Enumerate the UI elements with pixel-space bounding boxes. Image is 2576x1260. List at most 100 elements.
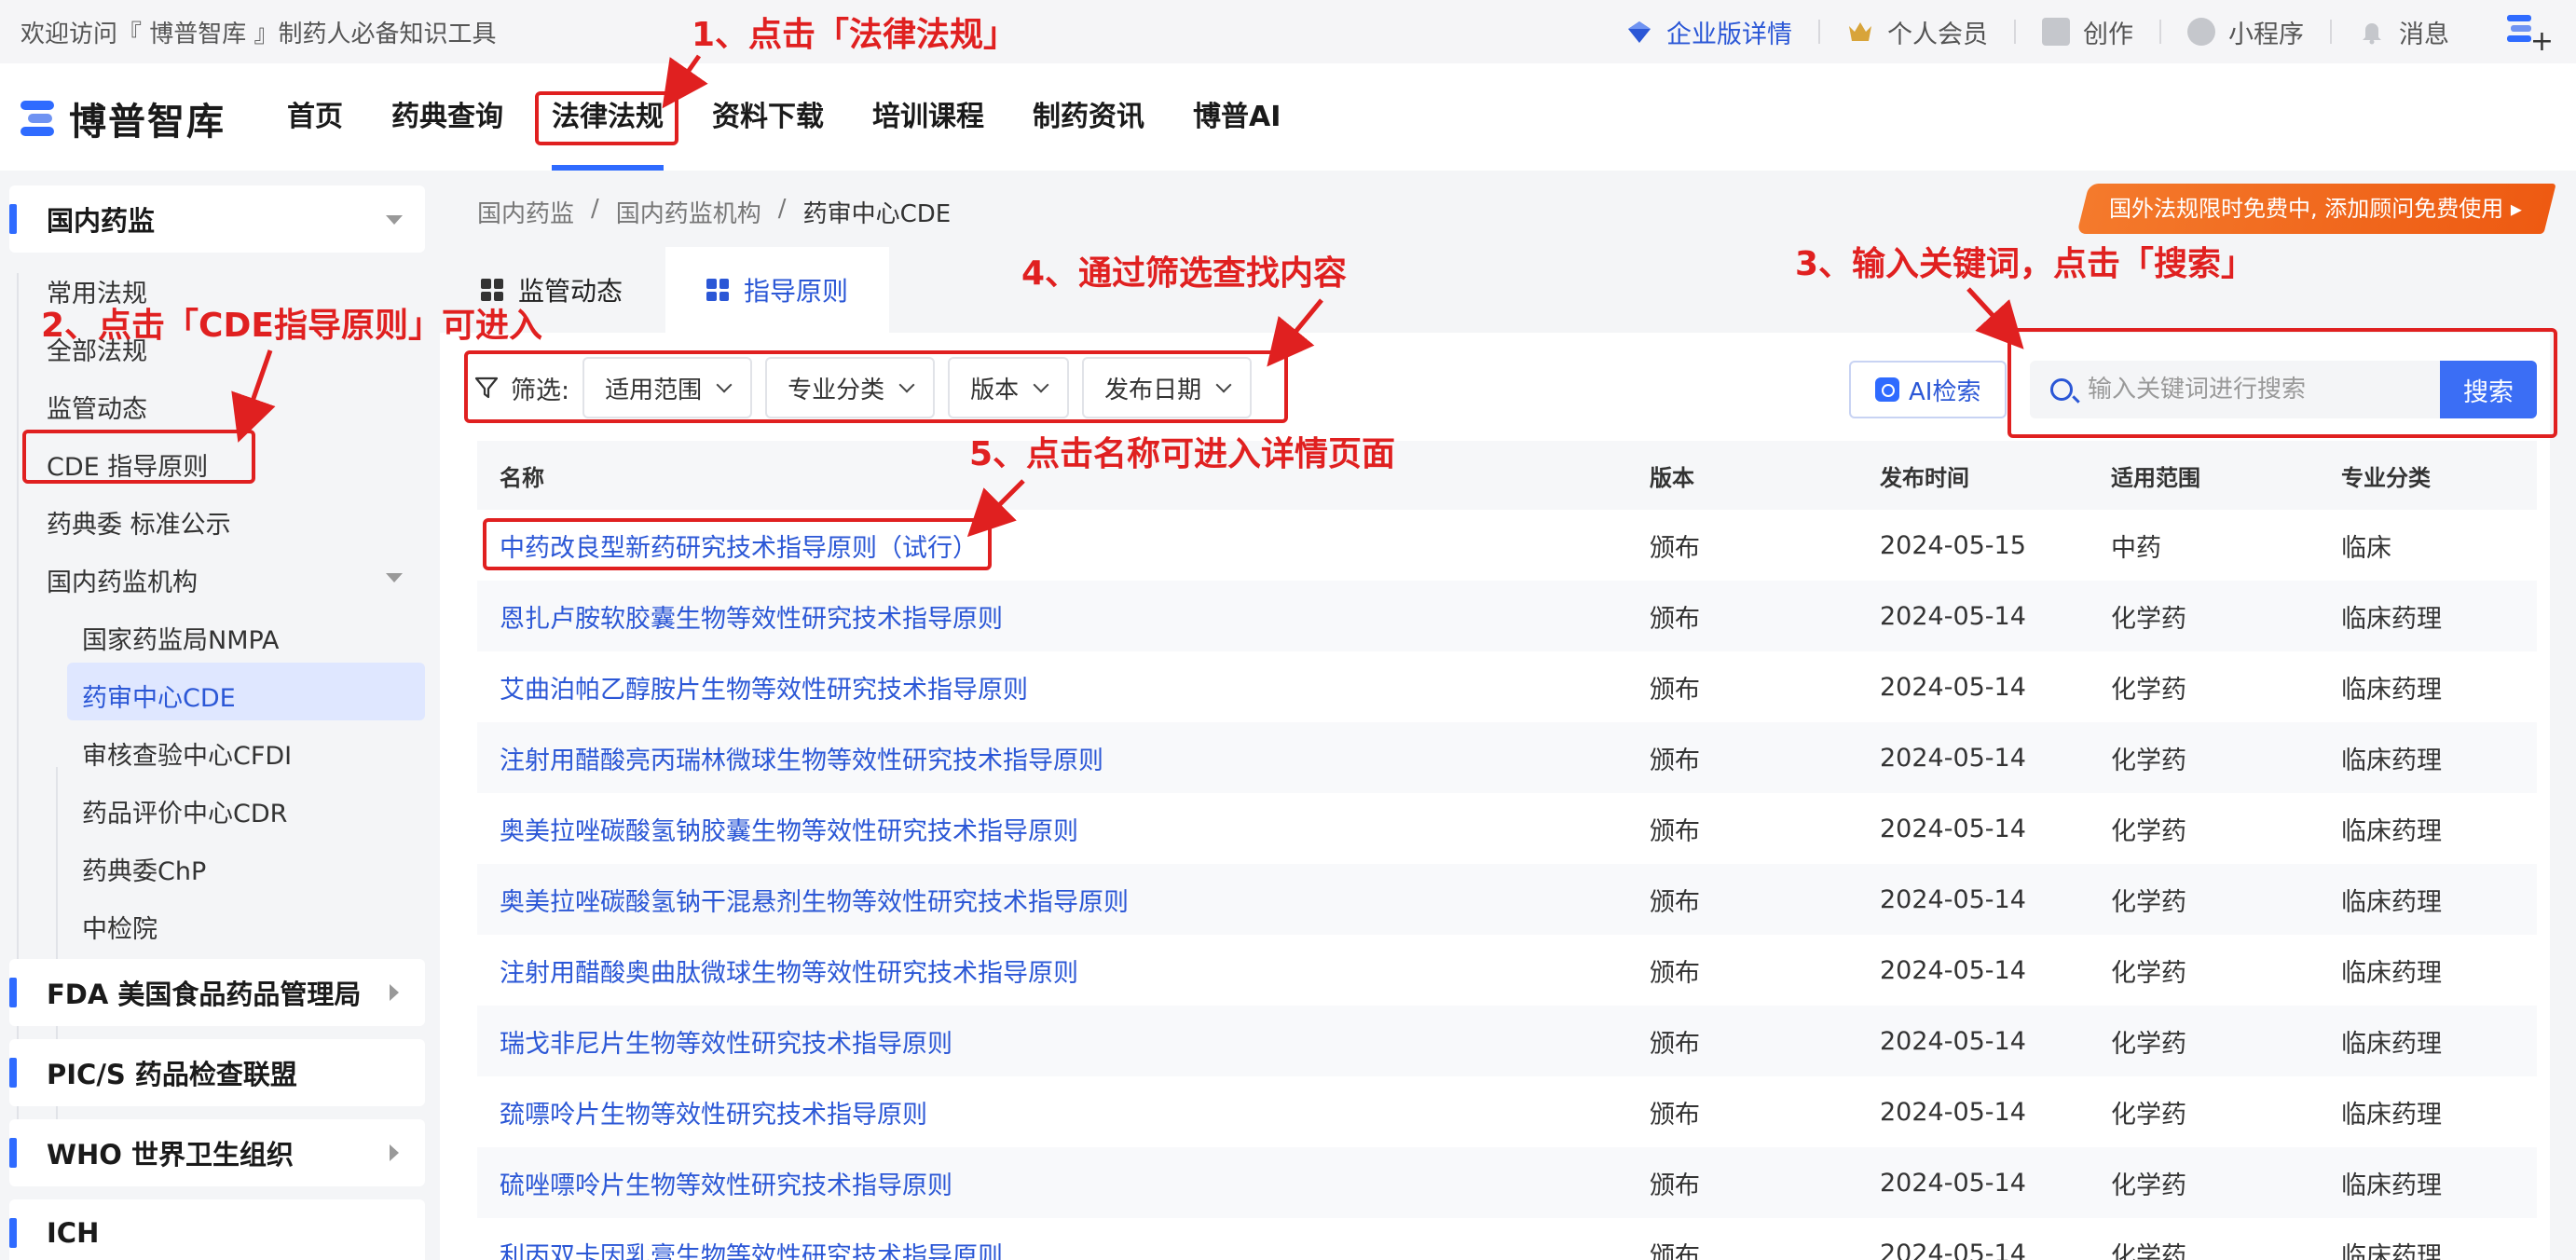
row-date: 2024-05-14 (1857, 1147, 2089, 1218)
messages-link[interactable]: 消息 (2332, 14, 2475, 50)
row-version: 颁布 (1650, 675, 1700, 705)
breadcrumb-item[interactable]: 国内药监机构 (616, 195, 761, 229)
sidebar-item-nmpa[interactable]: 国家药监局NMPA (82, 620, 280, 656)
row-date: 2024-05-14 (1880, 1097, 2026, 1127)
who-section: WHO 世界卫生组织 (9, 1119, 425, 1186)
annotation-step2: 2、点击「CDE指导原则」可进入 (41, 307, 542, 345)
row-name[interactable]: 艾曲泊帕乙醇胺片生物等效性研究技术指导原则 (477, 651, 1627, 722)
row-name[interactable]: 注射用醋酸奥曲肽微球生物等效性研究技术指导原则 (477, 935, 1627, 1006)
breadcrumb-item[interactable]: 国内药监 (477, 195, 574, 229)
ai-search-button[interactable]: AI检索 (1849, 361, 2007, 418)
breadcrumb-separator: / (591, 195, 599, 223)
row-scope: 化学药 (2111, 675, 2186, 705)
header-scope: 适用范围 (2089, 441, 2319, 510)
sidebar-section-fda[interactable]: FDA 美国食品药品管理局 (9, 959, 425, 1026)
section-label: 国内药监 (47, 205, 156, 237)
row-scope: 中药 (2111, 533, 2161, 563)
mini-program-link[interactable]: 小程序 (2161, 14, 2330, 50)
sidebar-section-who[interactable]: WHO 世界卫生组织 (9, 1119, 425, 1186)
row-version: 颁布 (1650, 533, 1700, 563)
nav-item-pharmacopoeia[interactable]: 药典查询 (367, 63, 528, 171)
avatar[interactable]: + (2503, 9, 2554, 58)
sidebar-section-ich[interactable]: ICH (9, 1199, 425, 1260)
section-label: FDA 美国食品药品管理局 (47, 979, 362, 1010)
sidebar-item-nifdc[interactable]: 中检院 (82, 909, 158, 945)
nav-item-ai[interactable]: 博普AI (1169, 63, 1305, 171)
row-version: 颁布 (1627, 1147, 1857, 1218)
sidebar-item-cde-center[interactable]: 药审中心CDE (82, 678, 236, 714)
row-name[interactable]: 奥美拉唑碳酸氢钠干混悬剂生物等效性研究技术指导原则 (477, 864, 1627, 935)
annotation-box-filter (464, 350, 1288, 423)
fda-section: FDA 美国食品药品管理局 (9, 959, 425, 1026)
table-row[interactable]: 注射用醋酸亮丙瑞林微球生物等效性研究技术指导原则 颁布 2024-05-14 化学药临… (477, 722, 2537, 793)
messages-label: 消息 (2399, 20, 2449, 49)
row-date: 2024-05-14 (1880, 814, 2026, 843)
row-date: 2024-05-14 (1857, 864, 2089, 935)
nav-item-news[interactable]: 制药资讯 (1008, 63, 1169, 171)
row-name[interactable]: 巯嘌呤片生物等效性研究技术指导原则 (477, 1076, 1627, 1147)
edit-icon (2042, 18, 2070, 46)
sidebar-section-domestic[interactable]: 国内药监 (9, 185, 425, 253)
section-label: ICH (47, 1217, 100, 1249)
annotation-box-row-name (483, 518, 992, 570)
sidebar-item-cdr[interactable]: 药品评价中心CDR (82, 793, 287, 829)
nav-item-home[interactable]: 首页 (263, 63, 367, 171)
header-version: 版本 (1627, 441, 1857, 510)
row-name[interactable]: 利丙双卡因乳膏生物等效性研究技术指导原则 (477, 1218, 1627, 1260)
header-category: 专业分类 (2319, 441, 2537, 510)
row-scope: 化学药 (2111, 1241, 2186, 1260)
row-date: 2024-05-14 (1880, 955, 2026, 985)
annotation-step3: 3、输入关键词，点击「搜索」 (1795, 245, 2255, 283)
grid-icon (706, 279, 729, 301)
table-row[interactable]: 奥美拉唑碳酸氢钠胶囊生物等效性研究技术指导原则 颁布 2024-05-14 化学药 临床… (477, 793, 2537, 864)
row-category: 临床药理 (2319, 1147, 2537, 1218)
table-row[interactable]: 恩扎卢胺软胶囊生物等效性研究技术指导原则 颁布 2024-05-14 化学药 临床药理 (477, 581, 2537, 651)
table-row[interactable]: 巯嘌呤片生物等效性研究技术指导原则 颁布 2024-05-14 化学药 临床药理 (477, 1076, 2537, 1147)
row-category: 临床药理 (2319, 1006, 2537, 1076)
section-label: WHO 世界卫生组织 (47, 1139, 295, 1171)
table-row[interactable]: 硫唑嘌呤片生物等效性研究技术指导原则 颁布 2024-05-14 化学药 临床药理 (477, 1147, 2537, 1218)
diamond-icon (1625, 18, 1653, 46)
breadcrumb: 国内药监 / 国内药监机构 / 药审中心CDE (477, 195, 967, 229)
table-row[interactable]: 奥美拉唑碳酸氢钠干混悬剂生物等效性研究技术指导原则 颁布 2024-05-14 化学药… (477, 864, 2537, 935)
cursor-crosshair-icon: + (2529, 25, 2554, 58)
create-label: 创作 (2083, 20, 2133, 49)
breadcrumb-separator: / (777, 195, 787, 223)
row-name[interactable]: 硫唑嘌呤片生物等效性研究技术指导原则 (477, 1147, 1627, 1218)
nav-item-downloads[interactable]: 资料下载 (688, 63, 848, 171)
vip-link[interactable]: 个人会员 (1820, 14, 2014, 50)
row-version: 颁布 (1627, 722, 1857, 793)
annotation-step5: 5、点击名称可进入详情页面 (969, 435, 1396, 473)
table-row[interactable]: 瑞戈非尼片生物等效性研究技术指导原则 颁布 2024-05-14 化学药 临床药理 (477, 1006, 2537, 1076)
annotation-box-cde (22, 430, 255, 484)
tab-label: 指导原则 (744, 276, 849, 307)
sidebar-item-agencies[interactable]: 国内药监机构 (47, 562, 198, 598)
row-name[interactable]: 瑞戈非尼片生物等效性研究技术指导原则 (477, 1006, 1627, 1076)
row-name[interactable]: 奥美拉唑碳酸氢钠胶囊生物等效性研究技术指导原则 (477, 793, 1627, 864)
enterprise-link[interactable]: 企业版详情 (1599, 14, 1818, 50)
row-category: 临床 (2341, 533, 2391, 563)
table-body: 中药改良型新药研究技术指导原则（试行） 颁布 2024-05-15 中药 临床 恩扎卢胺软… (477, 510, 2537, 1260)
row-category: 临床药理 (2341, 1241, 2442, 1260)
chevron-down-icon (386, 573, 403, 582)
table-row[interactable]: 注射用醋酸奥曲肽微球生物等效性研究技术指导原则 颁布 2024-05-14 化学药 临床… (477, 935, 2537, 1006)
row-version: 颁布 (1627, 581, 1857, 651)
row-version: 颁布 (1627, 1006, 1857, 1076)
promo-banner[interactable]: 国外法规限时免费中, 添加顾问免费使用 ▸ (2076, 184, 2556, 234)
table-row[interactable]: 艾曲泊帕乙醇胺片生物等效性研究技术指导原则 颁布 2024-05-14 化学药 临床药理 (477, 651, 2537, 722)
table-row[interactable]: 利丙双卡因乳膏生物等效性研究技术指导原则 颁布 2024-05-14 化学药 临床药理 (477, 1218, 2537, 1260)
create-link[interactable]: 创作 (2016, 14, 2159, 50)
breadcrumb-bar: 国内药监 / 国内药监机构 / 药审中心CDE 国外法规限时免费中, 添加顾问免… (440, 171, 2556, 247)
tab-guidelines[interactable]: 指导原则 (665, 247, 889, 333)
logo[interactable]: 博普智库 (21, 91, 226, 145)
sidebar-item-chp[interactable]: 药典委ChP (82, 851, 206, 887)
sidebar-item-chp-std[interactable]: 药典委 标准公示 (47, 504, 231, 541)
row-name[interactable]: 注射用醋酸亮丙瑞林微球生物等效性研究技术指导原则 (477, 722, 1627, 793)
sidebar-item-cfdi[interactable]: 审核查验中心CFDI (82, 735, 292, 772)
sidebar-item-news[interactable]: 监管动态 (47, 389, 147, 425)
annotation-step1: 1、点击「法律法规」 (692, 16, 1018, 54)
sidebar-section-pics[interactable]: PIC/S 药品检查联盟 (9, 1039, 425, 1106)
nav-item-training[interactable]: 培训课程 (848, 63, 1008, 171)
row-name[interactable]: 恩扎卢胺软胶囊生物等效性研究技术指导原则 (477, 581, 1627, 651)
row-scope: 化学药 (2111, 958, 2186, 988)
